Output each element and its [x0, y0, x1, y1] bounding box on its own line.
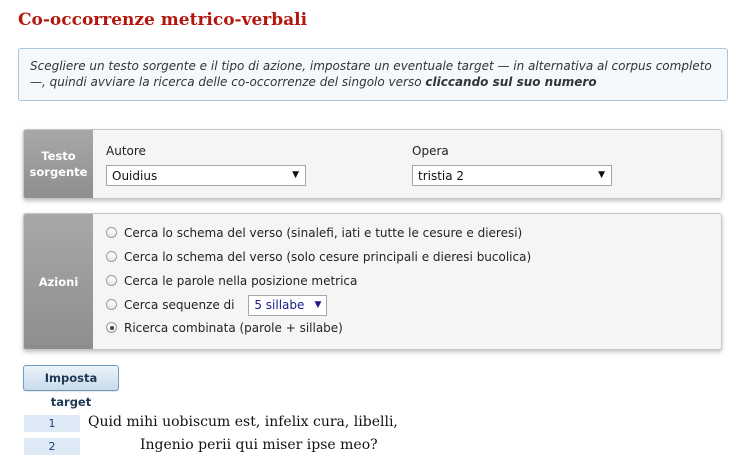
triangle-down-icon: ▼	[314, 300, 322, 310]
set-target-button[interactable]: Imposta target	[23, 365, 119, 409]
actions-label: Azioni	[38, 274, 79, 289]
radio-button-icon[interactable]	[106, 322, 117, 333]
source-panel-header: Testo sorgente	[24, 130, 93, 198]
work-select-value: tristia 2	[418, 169, 465, 183]
verse-text: Quid mihi uobiscum est, infelix cura, li…	[88, 414, 398, 430]
triangle-down-icon: ▼	[292, 170, 299, 180]
action-option-label: Ricerca combinata (parole + sillabe)	[124, 321, 343, 335]
action-option-schema-main[interactable]: Cerca lo schema del verso (solo cesure p…	[106, 250, 531, 268]
action-option-label: Cerca sequenze di	[124, 298, 235, 312]
author-select[interactable]: Ouidius ▼	[106, 165, 306, 186]
author-label: Autore	[106, 144, 146, 158]
radio-button-icon[interactable]	[106, 275, 117, 286]
action-option-label: Cerca lo schema del verso (sinalefi, iat…	[124, 226, 523, 240]
actions-panel: Azioni Cerca lo schema del verso (sinale…	[23, 213, 722, 350]
instructions-box: Scegliere un testo sorgente e il tipo di…	[18, 48, 728, 101]
author-select-value: Ouidius	[112, 169, 158, 183]
triangle-down-icon: ▼	[598, 170, 605, 180]
work-label: Opera	[412, 144, 449, 158]
action-option-label: Cerca lo schema del verso (solo cesure p…	[124, 250, 532, 264]
instructions-text: Scegliere un testo sorgente e il tipo di…	[30, 59, 712, 89]
action-option-schema-full[interactable]: Cerca lo schema del verso (sinalefi, iat…	[106, 226, 522, 244]
verse-row: 2 Ingenio perii qui miser ipse meo?	[24, 437, 584, 460]
action-option-combined[interactable]: Ricerca combinata (parole + sillabe)	[106, 321, 343, 339]
verse-number-link[interactable]: 2	[24, 438, 80, 455]
syllables-select-value: 5 sillabe	[254, 298, 305, 312]
syllables-select[interactable]: 5 sillabe ▼	[248, 295, 328, 316]
action-option-words[interactable]: Cerca le parole nella posizione metrica	[106, 274, 357, 292]
radio-button-icon[interactable]	[106, 227, 117, 238]
instructions-emphasis: cliccando sul suo numero	[425, 75, 597, 89]
source-label-line2: sorgente	[29, 165, 88, 179]
actions-panel-header: Azioni	[24, 214, 93, 349]
action-option-sequences[interactable]: Cerca sequenze di 5 sillabe ▼	[106, 295, 328, 319]
verse-number-link[interactable]: 1	[24, 415, 80, 432]
source-panel: Testo sorgente Autore Ouidius ▼ Opera tr…	[23, 129, 722, 199]
page-title: Co-occorrenze metrico-verbali	[18, 10, 308, 30]
verse-row: 1 Quid mihi uobiscum est, infelix cura, …	[24, 414, 584, 437]
source-label-line1: Testo	[41, 149, 76, 163]
action-option-label: Cerca le parole nella posizione metrica	[124, 274, 358, 288]
work-select[interactable]: tristia 2 ▼	[412, 165, 612, 186]
radio-button-icon[interactable]	[106, 251, 117, 262]
verse-text: Ingenio perii qui miser ipse meo?	[140, 437, 378, 453]
radio-button-icon[interactable]	[106, 299, 117, 310]
